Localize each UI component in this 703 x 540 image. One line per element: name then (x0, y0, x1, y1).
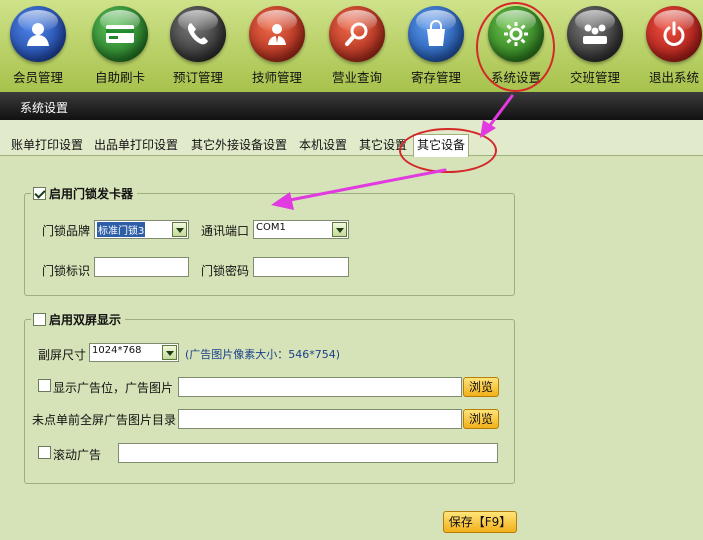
technician-icon (249, 6, 305, 62)
lock-id-input[interactable] (94, 257, 189, 277)
save-button[interactable]: 保存【F9】 (443, 511, 517, 533)
handover-icon (567, 6, 623, 62)
sub-screen-size-value: 1024*768 (92, 345, 142, 356)
tab-bill-print[interactable]: 账单打印设置 (8, 135, 86, 156)
chevron-down-icon[interactable] (162, 345, 177, 360)
phone-icon (170, 6, 226, 62)
lock-id-label: 门锁标识 (42, 264, 91, 278)
window-title: 系统设置 (20, 101, 69, 115)
toolbar-label: 自助刷卡 (94, 70, 145, 85)
toolbar-label: 技师管理 (251, 70, 302, 85)
search-icon (329, 6, 385, 62)
ad-image-input[interactable] (178, 377, 462, 397)
toolbar-label: 会员管理 (12, 70, 63, 85)
tab-other-settings[interactable]: 其它设置 (356, 135, 410, 156)
toolbar-reservation-button[interactable]: 预订管理 (158, 0, 238, 92)
toolbar-label: 寄存管理 (410, 70, 461, 85)
browse-ad-image-button[interactable]: 浏览 (463, 377, 499, 397)
toolbar-self-card-button[interactable]: 自助刷卡 (80, 0, 160, 92)
lock-brand-select[interactable]: 标准门锁3 (94, 220, 189, 239)
toolbar-handover-button[interactable]: 交班管理 (555, 0, 635, 92)
comm-port-value: COM1 (256, 222, 286, 233)
dual-screen-legend: 启用双屏显示 (31, 311, 126, 327)
lock-password-label: 门锁密码 (201, 264, 250, 278)
scroll-ad-label: 滚动广告 (53, 448, 102, 462)
window-titlebar: 系统设置 (0, 92, 703, 120)
toolbar-member-button[interactable]: 会员管理 (0, 0, 78, 92)
toolbar-system-settings-button[interactable]: 系统设置 (476, 0, 556, 92)
toolbar-label: 系统设置 (490, 70, 541, 85)
lock-password-input[interactable] (253, 257, 349, 277)
tab-other-devices[interactable]: 其它设备 (413, 134, 470, 157)
browse-fullscreen-dir-button[interactable]: 浏览 (463, 409, 499, 429)
sub-screen-size-label: 副屏尺寸 (38, 348, 87, 362)
scroll-ad-input[interactable] (118, 443, 498, 463)
scroll-ad-checkbox[interactable] (38, 446, 51, 459)
chevron-down-icon[interactable] (172, 222, 187, 237)
toolbar-label: 营业查询 (331, 70, 382, 85)
lock-brand-value: 标准门锁3 (97, 222, 146, 237)
ad-slot-label: 显示广告位，广告图片 (53, 381, 174, 395)
card-icon (92, 6, 148, 62)
power-icon (646, 6, 702, 62)
toolbar-label: 退出系统 (648, 70, 699, 85)
toolbar-label: 交班管理 (569, 70, 620, 85)
toolbar-storage-button[interactable]: 寄存管理 (396, 0, 476, 92)
door-lock-group (24, 193, 515, 296)
toolbar-technician-button[interactable]: 技师管理 (237, 0, 317, 92)
tab-external-devices[interactable]: 其它外接设备设置 (188, 135, 290, 156)
toolbar-exit-button[interactable]: 退出系统 (634, 0, 703, 92)
tab-product-print[interactable]: 出品单打印设置 (91, 135, 181, 156)
toolbar-label: 预订管理 (172, 70, 223, 85)
door-lock-legend-label: 启用门锁发卡器 (49, 186, 134, 201)
main-toolbar: 会员管理 自助刷卡 预订管理 技师管理 营业查询 寄存管理 系统设置 交班管理 … (0, 0, 703, 92)
member-icon (10, 6, 66, 62)
fullscreen-ad-dir-input[interactable] (178, 409, 462, 429)
comm-port-label: 通讯端口 (201, 224, 250, 238)
ad-slot-checkbox[interactable] (38, 379, 51, 392)
door-lock-legend: 启用门锁发卡器 (31, 185, 138, 201)
chevron-down-icon[interactable] (332, 222, 347, 237)
bag-icon (408, 6, 464, 62)
fullscreen-ad-dir-label: 未点单前全屏广告图片目录 (32, 413, 177, 427)
door-lock-enable-checkbox[interactable] (33, 186, 46, 200)
sub-screen-size-select[interactable]: 1024*768 (89, 343, 179, 362)
toolbar-business-query-button[interactable]: 营业查询 (317, 0, 397, 92)
dual-screen-legend-label: 启用双屏显示 (49, 312, 122, 327)
lock-brand-label: 门锁品牌 (42, 224, 91, 238)
ad-image-size-hint: (广告图片像素大小：546*754) (185, 348, 341, 361)
comm-port-select[interactable]: COM1 (253, 220, 349, 239)
dual-screen-enable-checkbox[interactable] (33, 312, 46, 326)
tab-local-settings[interactable]: 本机设置 (296, 135, 350, 156)
gear-icon (488, 6, 544, 62)
